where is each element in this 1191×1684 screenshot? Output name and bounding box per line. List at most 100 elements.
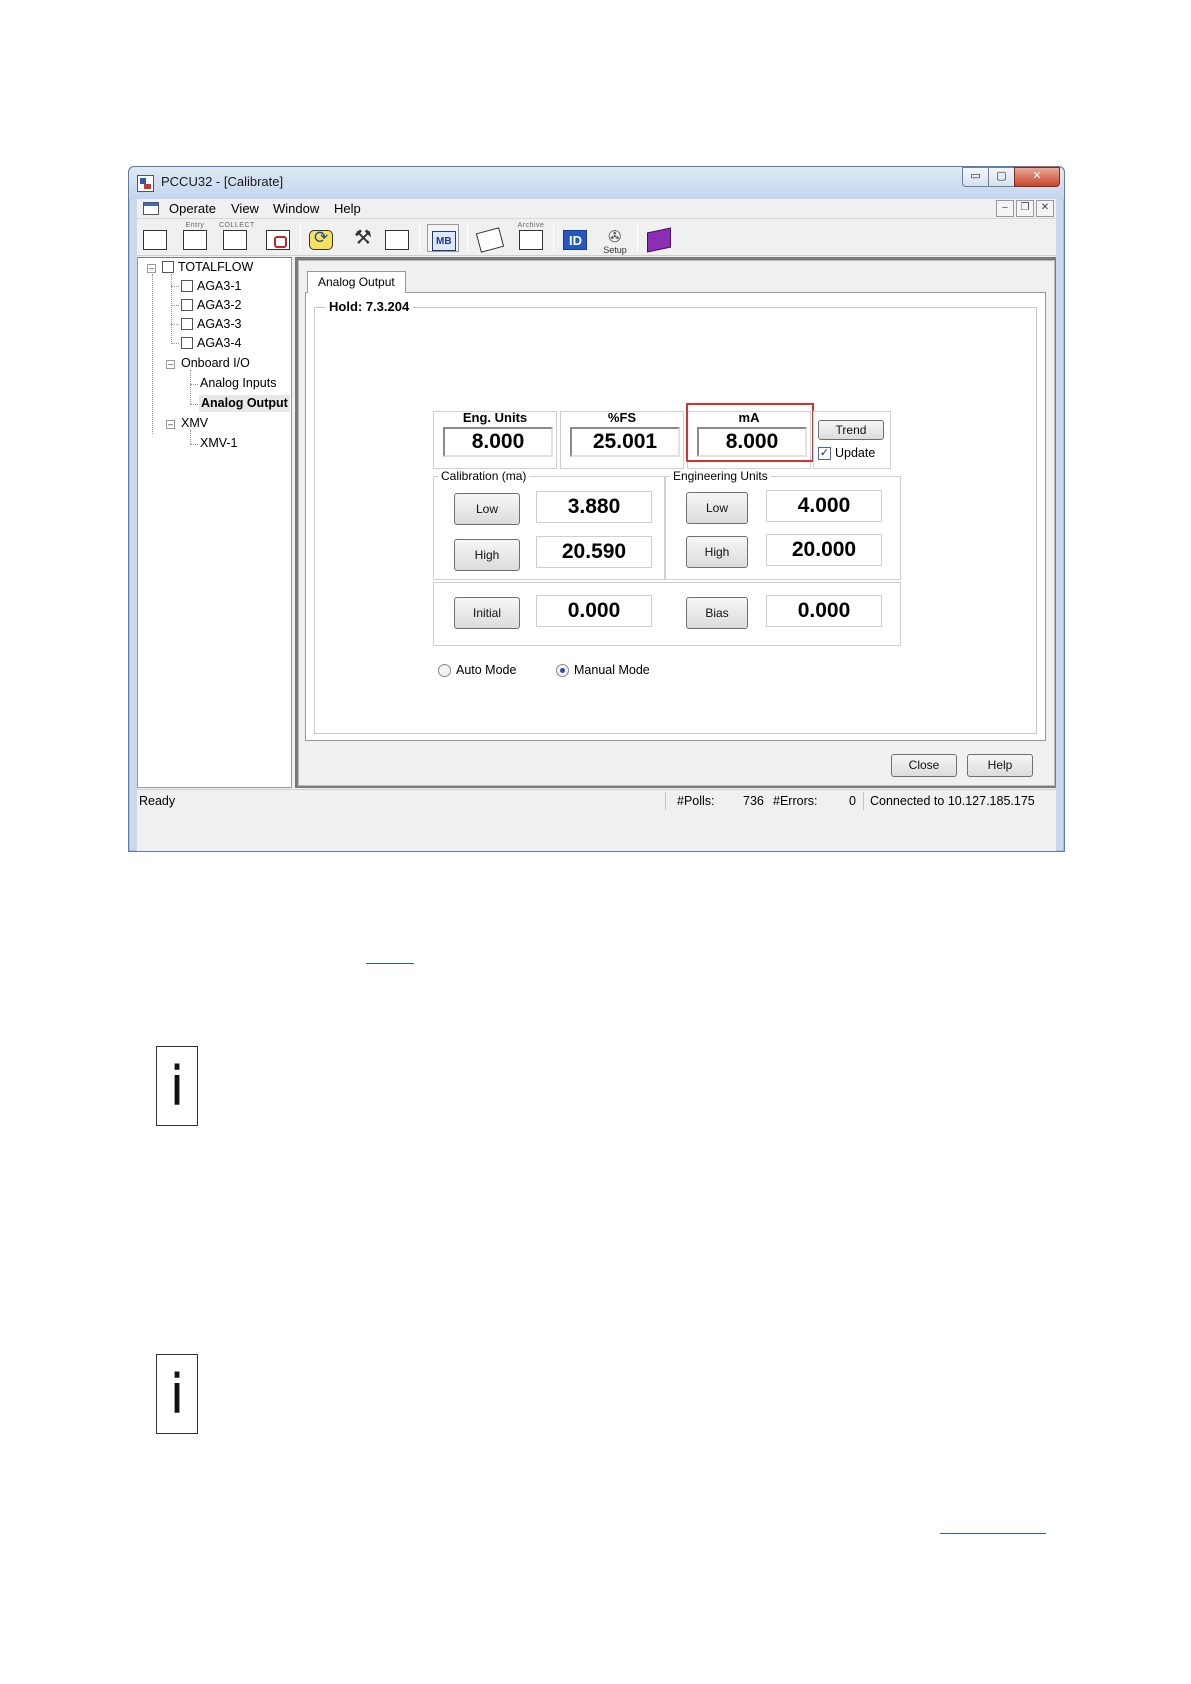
auto-mode-label: Auto Mode xyxy=(456,663,517,677)
setup-label: Setup xyxy=(603,245,627,255)
status-bar: Ready #Polls: 736 #Errors: 0 Connected t… xyxy=(137,789,1056,811)
tree-checkbox[interactable] xyxy=(181,337,193,349)
calibrate-window: Analog Output Hold: 7.3.204 Eng. Units 8… xyxy=(298,260,1055,786)
tree-checkbox[interactable] xyxy=(162,261,174,273)
polls-label: #Polls: xyxy=(677,794,715,808)
tree-checkbox[interactable] xyxy=(181,318,193,330)
status-separator xyxy=(665,792,666,810)
toolbar-help-book-button[interactable] xyxy=(643,224,675,253)
maximize-button[interactable]: ▢ xyxy=(988,167,1014,187)
tree-line xyxy=(171,343,179,344)
close-button[interactable]: Close xyxy=(891,754,957,777)
mdi-close-button[interactable]: ✕ xyxy=(1036,200,1054,217)
device-tree[interactable]: – TOTALFLOW AGA3-1 AGA3-2 AGA3-3 AGA3-4 … xyxy=(137,257,292,788)
toolbar-entry-button[interactable]: Entry xyxy=(179,222,211,252)
status-ready: Ready xyxy=(139,794,176,808)
document-link-underline[interactable] xyxy=(940,1533,1046,1534)
pccu32-window: PCCU32 - [Calibrate] ▭ ▢ ✕ Operate View … xyxy=(128,166,1065,852)
tree-item-onboard-io[interactable]: Onboard I/O xyxy=(181,355,250,372)
mdi-restore-button[interactable]: ❐ xyxy=(1016,200,1034,217)
toolbar: Entry COLLECT Archive Setup xyxy=(137,220,1056,256)
initial-bias-frame: Initial 0.000 Bias 0.000 xyxy=(433,582,901,646)
menu-view[interactable]: View xyxy=(231,201,259,216)
archive-caption: Archive xyxy=(517,222,545,229)
notes-icon xyxy=(475,227,505,253)
tab-analog-output[interactable]: Analog Output xyxy=(307,271,406,293)
info-icon: i xyxy=(169,1363,185,1426)
tree-line xyxy=(171,286,179,287)
toolbar-separator xyxy=(419,224,420,252)
hold-label: Hold: 7.3.204 xyxy=(325,299,414,314)
tree-item-aga3-2[interactable]: AGA3-2 xyxy=(181,297,241,314)
tree-checkbox[interactable] xyxy=(181,280,193,292)
tree-item-aga3-1[interactable]: AGA3-1 xyxy=(181,278,241,295)
tree-collapse-icon[interactable]: – xyxy=(147,264,156,273)
toolbar-connect-button[interactable] xyxy=(305,224,337,252)
toolbar-notes-button[interactable] xyxy=(474,224,506,253)
tree-collapse-icon[interactable]: – xyxy=(166,360,175,369)
calibration-low-value: 3.880 xyxy=(536,491,652,523)
minimize-button[interactable]: ▭ xyxy=(962,167,988,187)
tree-item-xmv[interactable]: XMV xyxy=(181,415,208,432)
manual-mode-label: Manual Mode xyxy=(574,663,650,677)
close-window-button[interactable]: ✕ xyxy=(1014,167,1060,187)
tree-line xyxy=(171,324,179,325)
bias-button[interactable]: Bias xyxy=(686,597,748,629)
engineering-frame: Engineering Units Low 4.000 High 20.000 xyxy=(665,469,901,580)
mdi-controls: – ❐ ✕ xyxy=(996,200,1054,217)
archive-icon xyxy=(519,230,543,250)
tree-item-aga3-4[interactable]: AGA3-4 xyxy=(181,335,241,352)
help-button[interactable]: Help xyxy=(967,754,1033,777)
device-icon xyxy=(143,230,167,250)
menu-help[interactable]: Help xyxy=(334,201,361,216)
toolbar-archive-button[interactable]: Archive xyxy=(515,222,547,252)
calibration-low-button[interactable]: Low xyxy=(454,493,520,525)
tree-line xyxy=(190,404,198,405)
tree-item-analog-output[interactable]: Analog Output xyxy=(199,395,290,412)
engineering-low-button[interactable]: Low xyxy=(686,492,748,524)
title-bar[interactable]: PCCU32 - [Calibrate] ▭ ▢ ✕ xyxy=(129,167,1064,199)
tree-checkbox[interactable] xyxy=(181,299,193,311)
calibration-high-button[interactable]: High xyxy=(454,539,520,571)
toolbar-separator xyxy=(300,224,301,252)
tree-item-aga3-3[interactable]: AGA3-3 xyxy=(181,316,241,333)
tree-item-totalflow[interactable]: TOTALFLOW xyxy=(162,259,253,276)
tree-item-xmv-1[interactable]: XMV-1 xyxy=(200,435,238,452)
toolbar-tools-button[interactable] xyxy=(347,224,379,252)
menu-window[interactable]: Window xyxy=(273,201,319,216)
trend-button[interactable]: Trend xyxy=(818,420,884,440)
tree-item-analog-inputs[interactable]: Analog Inputs xyxy=(200,375,276,392)
toolbar-collect-button[interactable]: COLLECT xyxy=(219,222,254,252)
manual-mode-radio[interactable] xyxy=(556,664,569,677)
toolbar-separator xyxy=(467,224,468,252)
tree-label: TOTALFLOW xyxy=(178,260,254,274)
engineering-high-value: 20.000 xyxy=(766,534,882,566)
menu-operate[interactable]: Operate xyxy=(169,201,216,216)
calibration-high-value: 20.590 xyxy=(536,536,652,568)
auto-mode-radio[interactable] xyxy=(438,664,451,677)
toolbar-separator xyxy=(553,224,554,252)
toolbar-setup-button[interactable]: Setup xyxy=(599,224,631,255)
document-icon[interactable] xyxy=(143,202,159,215)
update-checkbox[interactable]: ✓ xyxy=(818,447,831,460)
mdi-minimize-button[interactable]: – xyxy=(996,200,1014,217)
engineering-high-button[interactable]: High xyxy=(686,536,748,568)
document-link-underline[interactable] xyxy=(366,963,414,964)
initial-button[interactable]: Initial xyxy=(454,597,520,629)
tree-label: AGA3-4 xyxy=(197,336,242,350)
fs-label: %FS xyxy=(607,410,637,425)
toolbar-report-button[interactable] xyxy=(381,224,413,252)
toolbar-exit-button[interactable] xyxy=(262,224,294,252)
window-title: PCCU32 - [Calibrate] xyxy=(161,174,284,189)
connect-icon xyxy=(309,228,333,250)
tree-line xyxy=(190,370,191,404)
hold-group: Hold: 7.3.204 Eng. Units 8.000 %FS 25.00… xyxy=(314,299,1037,734)
toolbar-id-button[interactable] xyxy=(559,224,591,252)
toolbar-device-button[interactable] xyxy=(139,224,171,252)
tree-collapse-icon[interactable]: – xyxy=(166,420,175,429)
tree-line xyxy=(190,444,198,445)
id-icon xyxy=(563,230,587,250)
toolbar-modbus-button[interactable] xyxy=(427,224,459,252)
fs-value: 25.001 xyxy=(570,427,680,457)
exit-icon xyxy=(266,230,290,250)
